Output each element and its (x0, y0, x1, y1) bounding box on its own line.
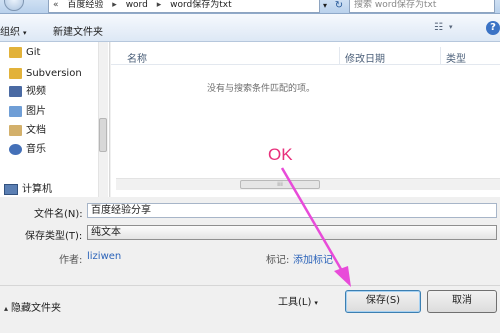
column-divider[interactable] (339, 47, 340, 65)
refresh-icon[interactable]: ↻ (332, 0, 346, 13)
nav-item-pictures[interactable]: 图片 (0, 104, 46, 120)
nav-item-label: Git (26, 47, 41, 58)
breadcrumb-item[interactable]: 百度经验 (67, 0, 103, 10)
computer-icon (4, 183, 18, 195)
nav-item-documents[interactable]: 文档 (0, 123, 46, 139)
video-library-icon (9, 85, 22, 97)
file-list[interactable] (111, 42, 500, 197)
tools-button[interactable]: 工具(L) ▾ (278, 293, 318, 308)
annotation-arrow-head (334, 266, 351, 287)
annotation-ok-text: OK (268, 145, 293, 164)
tags-input[interactable]: 添加标记 (293, 251, 333, 266)
nav-item-label: 音乐 (26, 144, 46, 155)
column-header-name[interactable]: 名称 (127, 50, 147, 65)
nav-item-music[interactable]: 音乐 (0, 142, 46, 158)
nav-item-label: 图片 (26, 106, 46, 117)
nav-item-git[interactable]: Git (0, 45, 40, 61)
nav-item-videos[interactable]: 视频 (0, 84, 46, 100)
address-path[interactable]: « 百度经验 ▸ word ▸ word保存为txt (48, 0, 320, 13)
chevron-down-icon: ▾ (23, 29, 27, 37)
folder-icon (9, 67, 22, 79)
chevron-up-icon: ▴ (4, 304, 9, 313)
pictures-library-icon (9, 105, 22, 117)
column-header-row (111, 47, 500, 65)
filetype-label: 保存类型(T): (25, 231, 83, 242)
hide-folders-label: 隐藏文件夹 (11, 303, 62, 314)
view-options-icon[interactable]: ☷ (434, 22, 448, 34)
breadcrumb-item[interactable]: word (126, 0, 148, 10)
breadcrumb-item[interactable]: word保存为txt (170, 0, 232, 10)
help-icon[interactable]: ? (486, 21, 500, 35)
filetype-select[interactable]: 纯文本 (87, 225, 497, 240)
nav-scrollbar-thumb[interactable] (99, 118, 107, 152)
save-button[interactable]: 保存(S) (345, 290, 421, 313)
nav-item-subversion[interactable]: Subversion (0, 66, 82, 82)
music-library-icon (9, 143, 22, 155)
nav-item-label: Subversion (26, 68, 82, 79)
chevron-right-icon: ▸ (156, 0, 162, 10)
column-divider[interactable] (440, 47, 441, 65)
nav-item-label: 文档 (26, 125, 46, 136)
chevron-down-icon: ▾ (314, 299, 318, 307)
tags-label: 标记: (266, 255, 290, 266)
nav-item-computer[interactable]: 计算机 (0, 180, 52, 195)
chevron-down-icon[interactable]: ▾ (320, 0, 330, 13)
chevron-down-icon[interactable]: ▾ (449, 23, 453, 31)
file-list-scrollbar-thumb[interactable]: ⁞⁞⁞ (240, 180, 320, 189)
documents-library-icon (9, 124, 22, 136)
empty-results-message: 没有与搜索条件匹配的项。 (206, 84, 315, 94)
filename-input[interactable]: 百度经验分享 (87, 203, 497, 218)
author-value[interactable]: liziwen (87, 251, 121, 262)
organize-label: 组织 (0, 27, 20, 38)
cancel-button[interactable]: 取消 (427, 290, 497, 313)
folder-icon (9, 46, 22, 58)
tools-label: 工具(L) (278, 297, 312, 308)
chevron-right-icon: ▸ (112, 0, 117, 10)
chevron-right-icon: « (53, 0, 59, 10)
new-folder-button[interactable]: 新建文件夹 (53, 23, 103, 38)
divider (0, 285, 500, 286)
column-header-date[interactable]: 修改日期 (345, 50, 385, 65)
search-input[interactable]: 搜索 word保存为txt (349, 0, 495, 13)
nav-item-label: 计算机 (22, 184, 52, 195)
organize-button[interactable]: 组织 ▾ (0, 23, 27, 38)
author-label: 作者: (59, 255, 83, 266)
filename-label: 文件名(N): (34, 209, 83, 220)
nav-item-label: 视频 (26, 86, 46, 97)
hide-folders-toggle[interactable]: ▴ 隐藏文件夹 (4, 299, 61, 314)
column-header-type[interactable]: 类型 (446, 50, 466, 65)
